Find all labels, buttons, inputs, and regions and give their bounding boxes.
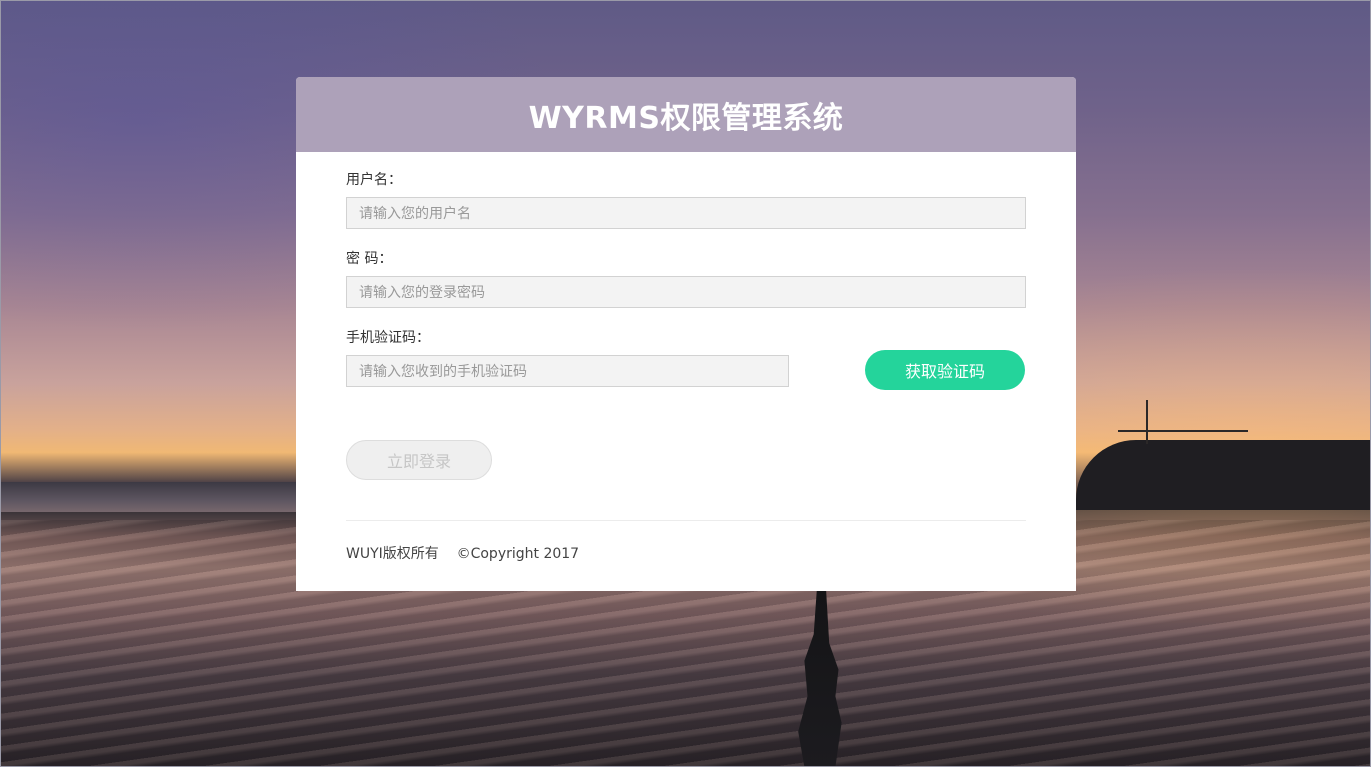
card-header: WYRMS权限管理系统: [296, 77, 1076, 152]
login-button[interactable]: 立即登录: [346, 440, 492, 480]
copyright-owner: WUYI版权所有: [346, 546, 439, 562]
page-title: WYRMS权限管理系统: [528, 100, 844, 136]
sms-code-placeholder: 请输入您收到的手机验证码: [359, 364, 527, 380]
sms-code-input[interactable]: 请输入您收到的手机验证码: [346, 355, 789, 387]
username-input[interactable]: 请输入您的用户名: [346, 197, 1026, 229]
password-label: 密 码：: [346, 251, 393, 267]
username-placeholder: 请输入您的用户名: [359, 206, 471, 222]
username-label: 用户名：: [346, 172, 402, 188]
sms-code-label: 手机验证码：: [346, 330, 430, 346]
password-input[interactable]: 请输入您的登录密码: [346, 276, 1026, 308]
footer-copyright: WUYI版权所有 ©Copyright 2017: [346, 543, 579, 563]
get-code-button[interactable]: 获取验证码: [865, 350, 1025, 390]
copyright-text: ©Copyright 2017: [456, 546, 580, 562]
login-card: WYRMS权限管理系统 用户名： 请输入您的用户名 密 码： 请输入您的登录密码…: [296, 77, 1076, 591]
divider: [346, 520, 1026, 521]
password-placeholder: 请输入您的登录密码: [359, 285, 485, 301]
